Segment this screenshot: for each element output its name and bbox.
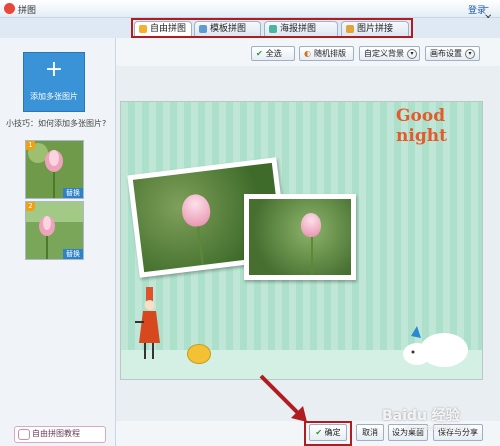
select-all-label: 全选 (265, 49, 282, 58)
cancel-button[interactable]: 取消 (356, 424, 384, 441)
custom-background-label: 自定义背景 (364, 49, 404, 58)
collage-canvas[interactable]: Good night (120, 101, 483, 380)
canvas-title-text: Good night (396, 106, 447, 146)
thumbnail-2[interactable]: 2 替换 (25, 201, 84, 260)
photo-frame-2[interactable] (244, 194, 356, 280)
add-images-label: 添加多张图片 (30, 92, 78, 101)
custom-background-dropdown[interactable]: 自定义背景 ▾ (359, 46, 420, 61)
random-layout-label: 随机排版 (313, 49, 346, 58)
watermark-url: jingyan.baidu.com (405, 424, 470, 432)
heart-icon (18, 429, 30, 440)
thumbnail-number: 1 (26, 141, 35, 150)
tip-link[interactable]: 小技巧：如何添加多张图片? (6, 118, 106, 129)
canvas-settings-dropdown[interactable]: 画布设置 ▾ (425, 46, 480, 61)
select-all-button[interactable]: ✔ 全选 (251, 46, 295, 61)
app-logo-icon (4, 3, 15, 14)
title-bar (0, 0, 500, 18)
baidu-watermark: Baidu 经验 (382, 408, 460, 424)
girl-illustration (135, 287, 160, 359)
thumbnail-number: 2 (26, 202, 35, 211)
plus-icon: + (44, 57, 64, 82)
lotus-bud (301, 213, 321, 237)
window-title: 拼图 (18, 6, 37, 16)
polar-bear-illustration (403, 326, 468, 367)
tabs-highlight-frame (131, 18, 413, 38)
lotus-bud (180, 192, 212, 228)
chevron-down-icon: ▾ (407, 48, 417, 59)
replace-button[interactable]: 替换 (63, 188, 83, 198)
thumbnail-1[interactable]: 1 替换 (25, 140, 84, 199)
tutorial-label: 自由拼图教程 (32, 429, 80, 438)
add-images-button[interactable]: + 添加多张图片 (23, 52, 85, 112)
canvas-settings-label: 画布设置 (430, 49, 462, 58)
fruit-illustration (187, 344, 211, 364)
shuffle-icon: ◐ (304, 49, 311, 58)
flower-stem (311, 234, 313, 275)
random-layout-button[interactable]: ◐ 随机排版 (299, 46, 354, 61)
chevron-down-icon: ▾ (465, 48, 475, 59)
replace-button[interactable]: 替换 (63, 249, 83, 259)
confirm-highlight-frame (304, 421, 352, 446)
tutorial-button[interactable]: 自由拼图教程 (14, 426, 106, 443)
lotus-photo (249, 199, 351, 275)
check-icon: ✔ (256, 49, 263, 58)
